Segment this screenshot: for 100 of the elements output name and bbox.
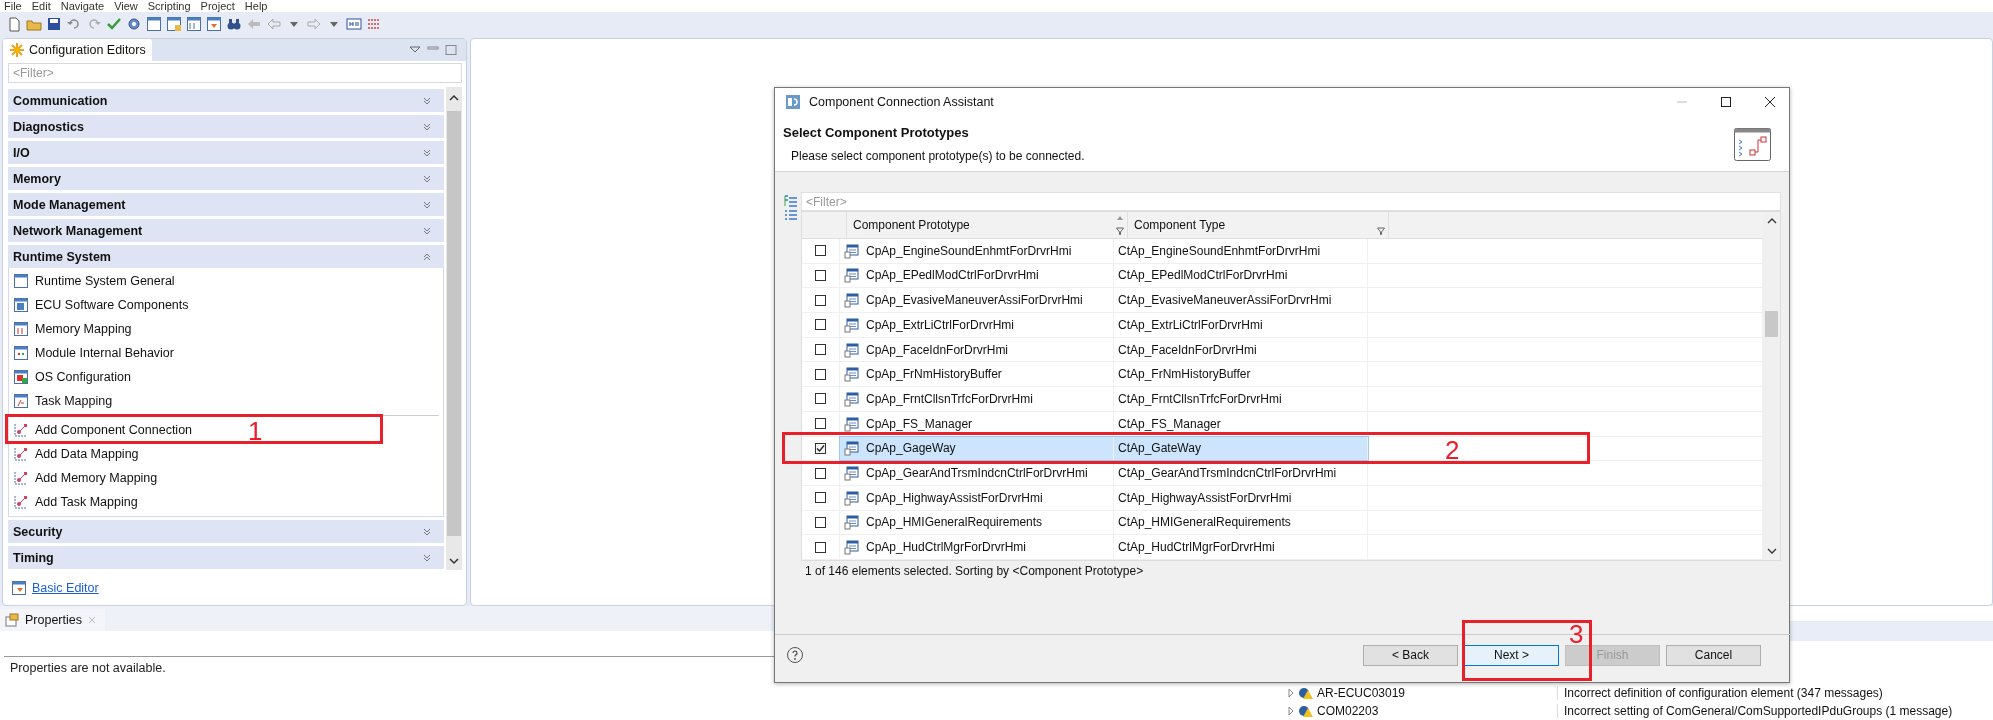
table-row[interactable]: CpAp_EPedlModCtrlForDrvrHmi CtAp_EPedlModCtrlForDrvrHmi <box>840 263 1368 288</box>
grid-icon[interactable] <box>366 16 382 32</box>
table-row[interactable]: CpAp_FrNmHistoryBuffer CtAp_FrNmHistoryBuffer <box>840 362 1368 387</box>
window-icon[interactable] <box>146 16 162 32</box>
section-header[interactable]: Security <box>8 520 444 543</box>
table-cell: CpAp_FaceIdnForDrvrHmi <box>866 342 1009 357</box>
window-icon[interactable] <box>186 16 202 32</box>
dialog-button[interactable]: Next > <box>1464 644 1559 666</box>
filter-field[interactable]: <Filter> <box>8 63 462 83</box>
scrollbar[interactable] <box>446 87 462 570</box>
menu-item[interactable]: Edit <box>31 0 51 12</box>
checkbox[interactable] <box>815 269 826 281</box>
checkbox[interactable] <box>815 418 826 430</box>
scroll-up-icon[interactable] <box>448 93 460 103</box>
checkbox[interactable] <box>815 319 826 331</box>
menu-item[interactable]: Scripting <box>147 0 191 12</box>
dialog-button[interactable]: < Back <box>1363 644 1458 666</box>
list-icon[interactable] <box>784 209 798 223</box>
scroll-down-icon[interactable] <box>1765 546 1778 556</box>
scrollbar[interactable] <box>1763 212 1780 560</box>
section-header[interactable]: Communication <box>8 89 444 112</box>
menu-item[interactable]: View <box>114 0 138 12</box>
filter-field[interactable]: <Filter> <box>801 192 1781 211</box>
action-item[interactable]: Add Task Mapping <box>13 490 142 514</box>
component-icon <box>844 539 860 556</box>
component-icon <box>844 390 860 407</box>
table-row[interactable]: CpAp_ExtrLiCtrlForDrvrHmi CtAp_ExtrLiCtrlForDrvrHmi <box>840 313 1368 337</box>
editor-item[interactable]: OS Configuration <box>13 365 135 389</box>
action-item[interactable]: Add Component Connection <box>13 418 197 442</box>
editor-item[interactable]: Memory Mapping <box>13 317 136 341</box>
scrollbar-thumb[interactable] <box>447 111 461 536</box>
checkbox[interactable] <box>815 541 826 553</box>
component-icon <box>844 415 860 432</box>
checkbox[interactable] <box>815 245 826 257</box>
table-row[interactable]: CpAp_GageWay CtAp_GateWay <box>840 436 1368 461</box>
section-header[interactable]: Diagnostics <box>8 115 444 138</box>
checkbox[interactable] <box>815 368 826 380</box>
menu-item[interactable]: Navigate <box>60 0 105 12</box>
view-tab[interactable]: Properties <box>0 609 105 631</box>
checkbox[interactable] <box>815 467 826 479</box>
column-header[interactable]: Component Prototype <box>847 212 1128 238</box>
action-item[interactable]: Add Memory Mapping <box>13 466 162 490</box>
checkbox[interactable] <box>815 516 826 528</box>
help-icon[interactable] <box>786 646 804 664</box>
table-row[interactable]: CpAp_EvasiveManeuverAssiForDrvrHmi CtAp_EvasiveManeuverAssiForDrvrHmi <box>840 288 1368 312</box>
section-header[interactable]: Timing <box>8 546 444 569</box>
sort-up-icon[interactable] <box>1116 215 1124 221</box>
checkmark-icon[interactable] <box>106 16 122 32</box>
table-row[interactable]: CpAp_HudCtrlMgrForDrvrHmi CtAp_HudCtrlMgrForDrvrHmi <box>840 535 1368 560</box>
section-header[interactable]: Network Management <box>8 219 444 242</box>
checkbox[interactable] <box>815 492 826 504</box>
window-icon <box>11 580 27 596</box>
checkbox[interactable] <box>815 442 826 454</box>
binoculars-icon[interactable] <box>226 16 242 32</box>
filter-icon[interactable] <box>1116 226 1124 235</box>
table-row[interactable]: CpAp_FaceIdnForDrvrHmi CtAp_FaceIdnForDrvrHmi <box>840 337 1368 362</box>
view-tab[interactable]: Configuration Editors <box>3 39 152 61</box>
section-header[interactable]: Mode Management <box>8 193 444 216</box>
table-row[interactable]: CpAp_FS_Manager CtAp_FS_Manager <box>840 411 1368 436</box>
action-item[interactable]: Add Data Mapping <box>13 442 143 466</box>
checkbox[interactable] <box>815 393 826 405</box>
editor-item[interactable]: Runtime System General <box>13 269 179 293</box>
problem-id[interactable]: COM02203 <box>1317 704 1379 718</box>
page-icon[interactable] <box>6 16 22 32</box>
menu-item[interactable]: Help <box>244 0 268 12</box>
section-header[interactable]: Runtime System <box>8 245 444 268</box>
table-row[interactable]: CpAp_HighwayAssistForDrvrHmi CtAp_HighwayAssistForDrvrHmi <box>840 485 1368 510</box>
problem-message: Incorrect definition of configuration element (347 messages) <box>1557 686 1883 700</box>
window-icon[interactable] <box>166 16 182 32</box>
section-header[interactable]: Memory <box>8 167 444 190</box>
checkbox[interactable] <box>815 294 826 306</box>
section-header[interactable]: I/O <box>8 141 444 164</box>
editor-item[interactable]: Task Mapping <box>13 389 117 413</box>
table-cell: CtAp_GateWay <box>1114 436 1368 461</box>
gear-icon[interactable] <box>126 16 142 32</box>
dialog-button[interactable]: Cancel <box>1666 644 1761 666</box>
scrollbar-thumb[interactable] <box>1765 311 1778 337</box>
close-icon[interactable] <box>1763 95 1777 109</box>
scroll-down-icon[interactable] <box>448 556 460 566</box>
menu-item[interactable]: Project <box>200 0 235 12</box>
editor-item[interactable]: Module Internal Behavior <box>13 341 178 365</box>
checkbox[interactable] <box>815 344 826 356</box>
tree-list-icon[interactable] <box>784 194 798 208</box>
window-icon <box>13 393 29 409</box>
table-row[interactable]: CpAp_GearAndTrsmIndcnCtrlForDrvrHmi CtAp_GearAndTrsmIndcnCtrlForDrvrHmi <box>840 461 1368 485</box>
save-icon[interactable] <box>46 16 62 32</box>
maximize-icon[interactable] <box>1719 95 1733 109</box>
table-row[interactable]: CpAp_FrntCllsnTrfcForDrvrHmi CtAp_FrntCllsnTrfcForDrvrHmi <box>840 387 1368 411</box>
table-row[interactable]: CpAp_HMIGeneralRequirements CtAp_HMIGeneralRequirements <box>840 510 1368 535</box>
window-icon[interactable] <box>206 16 222 32</box>
table-row[interactable]: CpAp_EngineSoundEnhmtForDrvrHmi CtAp_EngineSoundEnhmtForDrvrHmi <box>840 238 1368 263</box>
problem-id[interactable]: AR-ECUC03019 <box>1317 686 1406 700</box>
basic-editor-link[interactable]: Basic Editor <box>32 581 99 595</box>
column-header[interactable]: Component Type <box>1128 212 1389 238</box>
scroll-up-icon[interactable] <box>1765 216 1778 226</box>
filter-icon[interactable] <box>1377 226 1385 235</box>
component-icon <box>844 489 860 506</box>
status-text: 1 of 146 elements selected. Sorting by <Component Prototype> <box>804 563 1145 580</box>
menu-item[interactable]: File <box>4 0 22 12</box>
editor-item[interactable]: ECU Software Components <box>13 293 193 317</box>
